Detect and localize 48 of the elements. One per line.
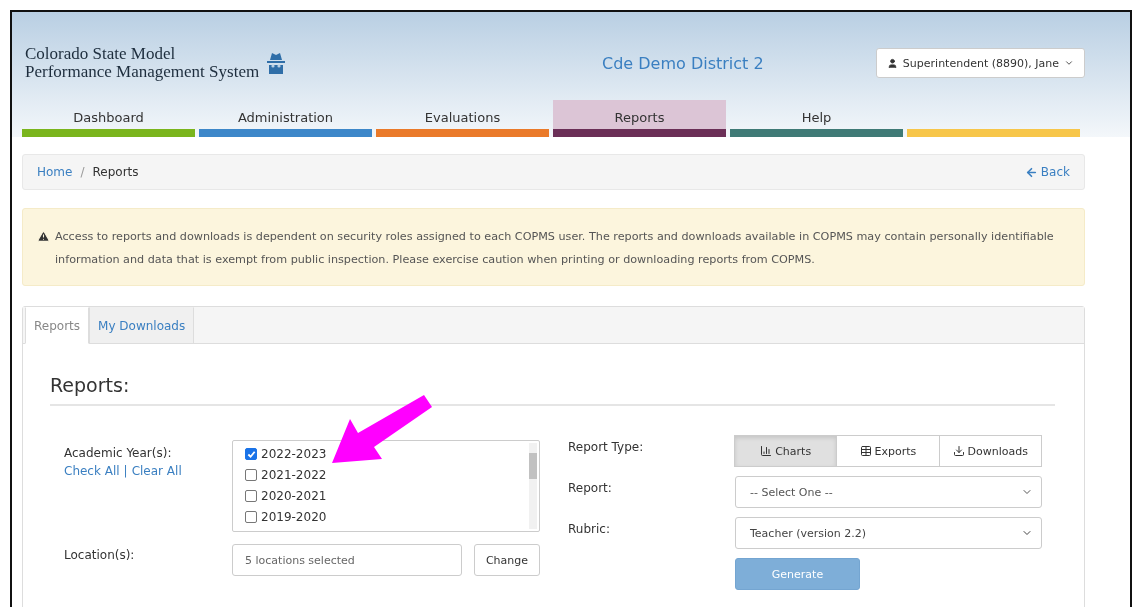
year-option[interactable]: 2022-2023 (245, 445, 539, 463)
spy-logo-icon (267, 52, 286, 74)
caret-icon (1064, 58, 1074, 68)
breadcrumb-link[interactable]: Home (37, 165, 73, 179)
tab[interactable]: Reports (25, 307, 90, 344)
breadcrumb-separator: / (80, 165, 85, 179)
field-label: Location(s): (64, 548, 135, 562)
nav-tab[interactable]: Evaluations (376, 100, 549, 137)
field-label: Report Type: (568, 440, 644, 454)
back-link[interactable]: Back (1024, 165, 1070, 179)
nav-tab[interactable]: Administration (199, 100, 372, 137)
checkbox[interactable] (245, 511, 257, 523)
arrow-left-icon (1024, 165, 1038, 179)
user-menu-button[interactable]: Superintendent (8890), Jane (875, 48, 1085, 78)
nav-tab[interactable]: Dashboard (22, 100, 195, 137)
report-type-button[interactable]: Charts (734, 435, 838, 467)
year-option[interactable]: 2021-2022 (245, 466, 539, 484)
change-button[interactable]: Change (473, 544, 540, 576)
section-heading: Reports: (50, 374, 1055, 406)
tab[interactable]: My Downloads (89, 307, 195, 344)
nav-tab[interactable]: Help (730, 100, 903, 137)
field-label: Report: (568, 481, 612, 495)
locations-field[interactable]: 5 locations selected (232, 544, 462, 576)
field-label: Rubric: (568, 522, 610, 536)
scrollbar-thumb[interactable] (529, 453, 537, 479)
report-type-button[interactable]: Downloads (938, 435, 1042, 467)
warning-icon (37, 230, 50, 243)
report-select[interactable]: -- Select One -- (735, 476, 1042, 508)
checkbox[interactable] (245, 448, 257, 460)
year-option[interactable]: 2019-2020 (245, 508, 539, 526)
system-title: Colorado State Model Performance Management System (25, 45, 260, 81)
breadcrumb-current: Reports (92, 165, 139, 179)
rubric-select[interactable]: Teacher (version 2.2) (735, 517, 1042, 549)
checkbox[interactable] (245, 490, 257, 502)
table-icon (859, 445, 872, 457)
nav-tab[interactable]: Reports (553, 100, 726, 137)
report-type-button[interactable]: Exports (836, 435, 940, 467)
alert-text: Access to reports and downloads is dependent on security roles assigned to each COPMS user. The reports and downloads available in COPMS may contain personally identifiable information and data that is exempt from public inspection. Please exercise caution when printing or downloading reports from COPMS. (55, 229, 1055, 268)
link-separator: | (123, 464, 128, 478)
user-icon (886, 57, 898, 69)
bar-chart-icon (760, 445, 773, 457)
download-icon (952, 445, 965, 457)
district-name: Cde Demo District 2 (602, 53, 765, 73)
checkbox[interactable] (245, 469, 257, 481)
field-label: Academic Year(s): (64, 446, 173, 460)
year-option[interactable]: 2020-2021 (245, 487, 539, 505)
check-all-link[interactable]: Check All (64, 464, 120, 478)
clear-all-link[interactable]: Clear All (131, 464, 182, 478)
